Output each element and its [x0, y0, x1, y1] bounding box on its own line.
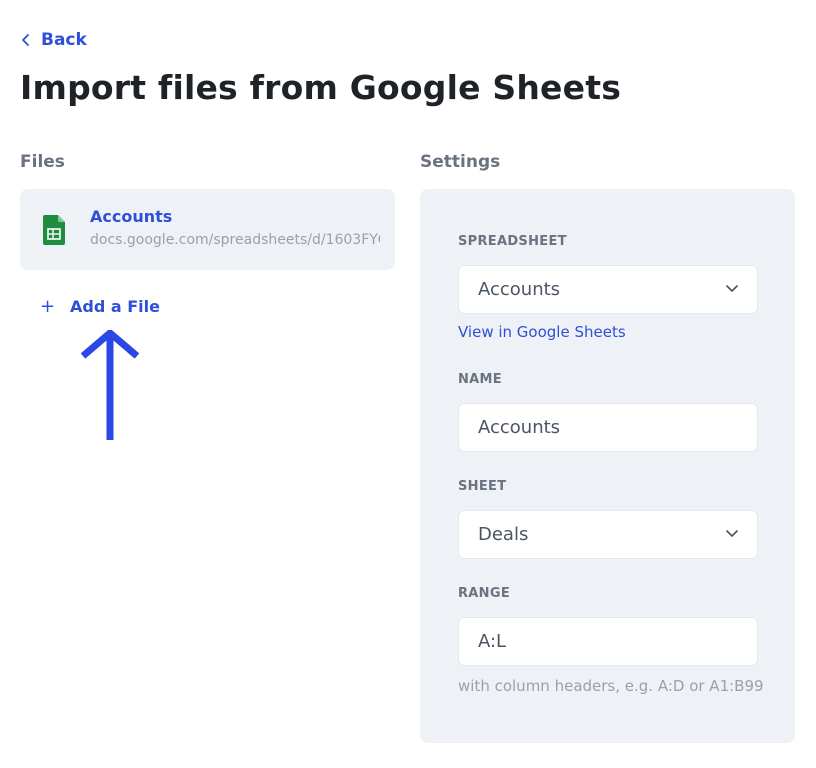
arrow-up-icon — [80, 330, 140, 440]
plus-icon: + — [40, 295, 56, 317]
chevron-left-icon — [22, 34, 29, 46]
spreadsheet-label: SPREADSHEET — [458, 234, 567, 249]
chevron-down-icon — [726, 285, 738, 292]
range-label: RANGE — [458, 586, 511, 601]
name-input[interactable]: Accounts — [458, 403, 758, 452]
sheet-select[interactable]: Deals — [458, 510, 758, 559]
file-item-accounts[interactable]: Accounts docs.google.com/spreadsheets/d/… — [20, 189, 395, 270]
name-value: Accounts — [478, 417, 561, 438]
chevron-down-icon — [726, 530, 738, 537]
google-sheets-icon — [43, 215, 65, 245]
file-name: Accounts — [90, 207, 173, 226]
back-label: Back — [41, 30, 87, 50]
range-hint: with column headers, e.g. A:D or A1:B99 — [458, 677, 764, 695]
files-section-label: Files — [20, 152, 65, 172]
range-value: A:L — [478, 631, 507, 652]
name-label: NAME — [458, 372, 502, 387]
add-file-label: Add a File — [70, 296, 160, 316]
page-title: Import files from Google Sheets — [20, 68, 622, 107]
sheet-value: Deals — [478, 524, 529, 545]
back-link[interactable]: Back — [20, 28, 87, 52]
settings-section-label: Settings — [420, 152, 501, 172]
file-url: docs.google.com/spreadsheets/d/1603FYG7.… — [90, 232, 380, 248]
sheet-label: SHEET — [458, 479, 507, 494]
spreadsheet-select[interactable]: Accounts — [458, 265, 758, 314]
spreadsheet-value: Accounts — [478, 279, 561, 300]
add-file-button[interactable]: + Add a File — [40, 294, 160, 318]
range-input[interactable]: A:L — [458, 617, 758, 666]
view-in-google-sheets-link[interactable]: View in Google Sheets — [458, 323, 626, 341]
